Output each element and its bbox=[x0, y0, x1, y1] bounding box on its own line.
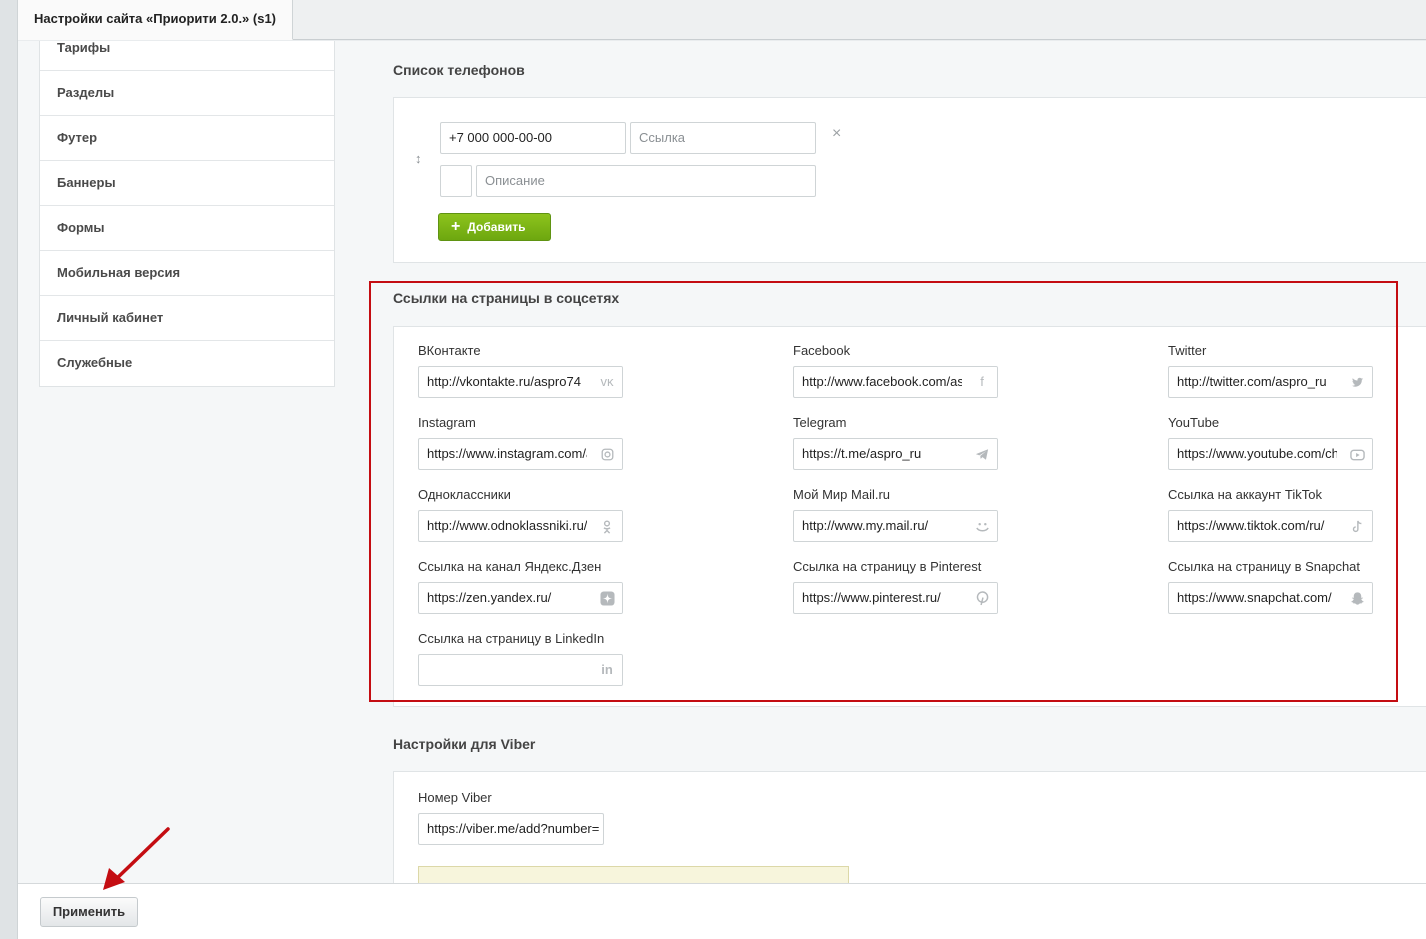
apply-button[interactable]: Применить bbox=[40, 897, 138, 927]
twitter-value: http://twitter.com/aspro_ru bbox=[1177, 374, 1327, 389]
odnoklassniki-value: http://www.odnoklassniki.ru/ bbox=[427, 518, 587, 533]
zen-label: Ссылка на канал Яндекс.Дзен bbox=[418, 559, 602, 574]
youtube-input[interactable]: https://www.youtube.com/channel bbox=[1168, 438, 1373, 470]
viber-section-title: Настройки для Viber bbox=[393, 736, 536, 752]
facebook-input[interactable]: http://www.facebook.com/aspro f bbox=[793, 366, 998, 398]
social-section-title: Ссылки на страницы в соцсетях bbox=[393, 290, 620, 306]
zen-icon bbox=[592, 583, 622, 613]
tiktok-icon bbox=[1342, 511, 1372, 541]
tiktok-label: Ссылка на аккаунт TikTok bbox=[1168, 487, 1322, 502]
add-phone-label: Добавить bbox=[467, 220, 526, 234]
linkedin-input[interactable]: in bbox=[418, 654, 623, 686]
linkedin-icon: in bbox=[592, 655, 622, 685]
pinterest-input[interactable]: https://www.pinterest.ru/ bbox=[793, 582, 998, 614]
instagram-value: https://www.instagram.com/aspro bbox=[427, 446, 587, 461]
bottom-action-bar: Применить bbox=[18, 883, 1426, 939]
phone-number-input[interactable]: +7 000 000-00-00 bbox=[440, 122, 626, 154]
odnoklassniki-label: Одноклассники bbox=[418, 487, 511, 502]
snapchat-icon bbox=[1342, 583, 1372, 613]
youtube-value: https://www.youtube.com/channel bbox=[1177, 446, 1337, 461]
youtube-label: YouTube bbox=[1168, 415, 1220, 430]
mymail-value: http://www.my.mail.ru/ bbox=[802, 518, 929, 533]
phone-icon-picker[interactable] bbox=[440, 165, 472, 197]
sidebar-item-forms[interactable]: Формы bbox=[40, 206, 334, 251]
sidebar-item-account[interactable]: Личный кабинет bbox=[40, 296, 334, 341]
pinterest-value: https://www.pinterest.ru/ bbox=[802, 590, 941, 605]
sidebar-item-sections[interactable]: Разделы bbox=[40, 71, 334, 116]
tiktok-value: https://www.tiktok.com/ru/ bbox=[1177, 518, 1325, 533]
add-phone-button[interactable]: + Добавить bbox=[438, 213, 551, 241]
snapchat-label: Ссылка на страницу в Snapchat bbox=[1168, 559, 1361, 574]
sidebar-item-banners[interactable]: Баннеры bbox=[40, 161, 334, 206]
linkedin-label: Ссылка на страницу в LinkedIn bbox=[418, 631, 605, 646]
pinterest-icon bbox=[967, 583, 997, 613]
viber-note-box bbox=[418, 866, 849, 883]
telegram-icon bbox=[967, 439, 997, 469]
remove-phone-icon[interactable]: × bbox=[832, 125, 841, 143]
vk-icon: ᴠᴋ bbox=[592, 367, 622, 397]
viber-number-label: Номер Viber bbox=[418, 790, 492, 805]
mymail-input[interactable]: http://www.my.mail.ru/ bbox=[793, 510, 998, 542]
vk-input[interactable]: http://vkontakte.ru/aspro74 ᴠᴋ bbox=[418, 366, 623, 398]
settings-content: Тарифы Разделы Футер Баннеры Формы Мобил… bbox=[18, 41, 1426, 883]
settings-sidebar: Тарифы Разделы Футер Баннеры Формы Мобил… bbox=[39, 41, 335, 387]
twitter-input[interactable]: http://twitter.com/aspro_ru bbox=[1168, 366, 1373, 398]
phone-link-input[interactable]: Ссылка bbox=[630, 122, 816, 154]
vk-value: http://vkontakte.ru/aspro74 bbox=[427, 374, 581, 389]
plus-icon: + bbox=[451, 218, 461, 235]
sidebar-item-mobile[interactable]: Мобильная версия bbox=[40, 251, 334, 296]
vk-label: ВКонтакте bbox=[418, 343, 481, 358]
odnoklassniki-icon bbox=[592, 511, 622, 541]
phones-section-title: Список телефонов bbox=[393, 62, 525, 78]
sidebar-item-tariffs[interactable]: Тарифы bbox=[40, 41, 334, 71]
instagram-icon bbox=[592, 439, 622, 469]
tiktok-input[interactable]: https://www.tiktok.com/ru/ bbox=[1168, 510, 1373, 542]
mymail-label: Мой Мир Mail.ru bbox=[793, 487, 891, 502]
tab-site-settings[interactable]: Настройки сайта «Приорити 2.0.» (s1) bbox=[18, 0, 294, 40]
youtube-icon bbox=[1342, 439, 1372, 469]
snapchat-value: https://www.snapchat.com/ bbox=[1177, 590, 1332, 605]
sidebar-item-service[interactable]: Служебные bbox=[40, 341, 334, 386]
phone-description-input[interactable]: Описание bbox=[476, 165, 816, 197]
facebook-value: http://www.facebook.com/aspro bbox=[802, 374, 962, 389]
snapchat-input[interactable]: https://www.snapchat.com/ bbox=[1168, 582, 1373, 614]
annotation-arrow-icon bbox=[103, 827, 170, 890]
sidebar-item-footer[interactable]: Футер bbox=[40, 116, 334, 161]
twitter-icon bbox=[1342, 367, 1372, 397]
odnoklassniki-input[interactable]: http://www.odnoklassniki.ru/ bbox=[418, 510, 623, 542]
instagram-label: Instagram bbox=[418, 415, 476, 430]
facebook-label: Facebook bbox=[793, 343, 851, 358]
mymail-icon bbox=[967, 511, 997, 541]
telegram-value: https://t.me/aspro_ru bbox=[802, 446, 922, 461]
telegram-input[interactable]: https://t.me/aspro_ru bbox=[793, 438, 998, 470]
pinterest-label: Ссылка на страницу в Pinterest bbox=[793, 559, 982, 574]
left-edge-strip bbox=[0, 0, 18, 939]
zen-value: https://zen.yandex.ru/ bbox=[427, 590, 552, 605]
twitter-label: Twitter bbox=[1168, 343, 1207, 358]
zen-input[interactable]: https://zen.yandex.ru/ bbox=[418, 582, 623, 614]
facebook-icon: f bbox=[967, 367, 997, 397]
viber-number-input[interactable]: https://viber.me/add?number= bbox=[418, 813, 604, 845]
drag-handle-icon[interactable]: ↕ bbox=[415, 151, 422, 166]
instagram-input[interactable]: https://www.instagram.com/aspro bbox=[418, 438, 623, 470]
telegram-label: Telegram bbox=[793, 415, 847, 430]
